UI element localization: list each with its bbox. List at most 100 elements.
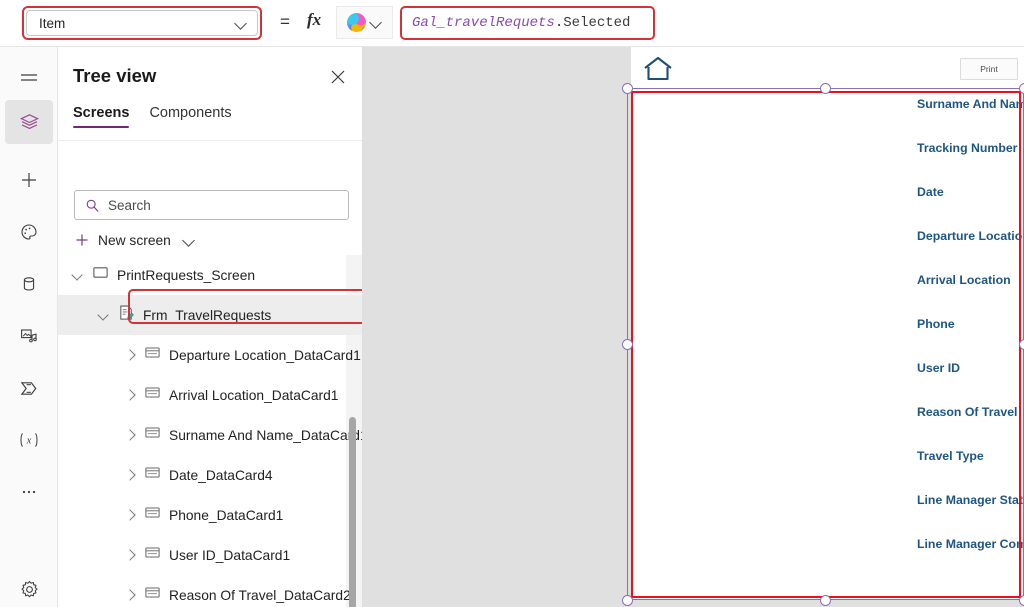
tree-node-row[interactable]: Date_DataCard4 — [58, 455, 362, 495]
chevron-right-icon[interactable] — [122, 587, 138, 603]
resize-handle-bottom-left[interactable] — [621, 594, 633, 606]
chevron-down-icon — [235, 17, 248, 30]
datacard-icon — [144, 344, 161, 366]
chevron-right-icon[interactable] — [122, 387, 138, 403]
form-field-row[interactable]: Date9/20/2024 — [917, 185, 1024, 229]
fx-icon: fx — [307, 10, 322, 29]
tree-node-row[interactable]: Frm_TravelRequests — [58, 295, 362, 335]
form-field-row[interactable]: Phone1234567890 — [917, 317, 1024, 361]
copilot-button[interactable] — [336, 6, 393, 39]
home-icon[interactable] — [643, 55, 673, 88]
form-field-label: Date — [917, 185, 944, 199]
formula-dot: . — [554, 15, 564, 31]
tab-screens[interactable]: Screens — [73, 105, 130, 128]
tree-node-row[interactable]: Reason Of Travel_DataCard2 — [58, 575, 362, 607]
more-icon[interactable] — [5, 470, 53, 514]
chevron-right-icon[interactable] — [122, 547, 138, 563]
tree-node-row[interactable]: User ID_DataCard1 — [58, 535, 362, 575]
variables-icon[interactable]: x — [5, 418, 53, 462]
tab-components[interactable]: Components — [149, 105, 231, 128]
power-apps-studio: Item = fx Gal_travelRequets. Selected x … — [0, 0, 1024, 607]
form-field-row[interactable]: Arrival LocationLondon — [917, 273, 1024, 317]
chevron-right-icon[interactable] — [122, 507, 138, 523]
form-field-row[interactable]: Travel TypeLocal — [917, 449, 1024, 493]
tree-node-label: Frm_TravelRequests — [143, 307, 272, 323]
form-field-label: Surname And Name — [917, 97, 1024, 111]
settings-icon[interactable] — [5, 567, 53, 607]
tree-scrollbar[interactable] — [349, 417, 356, 607]
form-field-label: Travel Type — [917, 449, 984, 463]
chevron-right-icon[interactable] — [122, 427, 138, 443]
hamburger-menu-icon[interactable] — [5, 57, 53, 101]
power-automate-icon[interactable] — [5, 366, 53, 410]
tree-node-label: User ID_DataCard1 — [169, 547, 291, 563]
copilot-icon — [346, 13, 366, 32]
datacard-icon — [144, 384, 161, 406]
resize-handle-bottom-center[interactable] — [820, 594, 831, 606]
form-field-row[interactable]: User IDCC001 — [917, 361, 1024, 405]
data-icon[interactable] — [5, 262, 53, 306]
left-icon-rail: x — [0, 47, 58, 607]
resize-handle-top-center[interactable] — [820, 82, 831, 94]
tree-node-row[interactable]: Surname And Name_DataCard1 — [58, 415, 363, 455]
chevron-down-icon[interactable] — [96, 307, 112, 323]
search-input[interactable]: Search — [74, 190, 349, 220]
datacard-icon — [144, 464, 161, 486]
form-icon — [118, 304, 135, 326]
travel-request-form: Surname And NamePatti FernandezTracking … — [917, 97, 1024, 581]
search-placeholder: Search — [108, 197, 151, 213]
form-field-label: Departure Location — [917, 229, 1024, 243]
tree-node-label: Reason Of Travel_DataCard2 — [169, 587, 351, 603]
form-field-row[interactable]: Surname And NamePatti Fernandez — [917, 97, 1024, 141]
tree-view-icon[interactable] — [5, 100, 53, 144]
svg-text:x: x — [26, 436, 32, 447]
tabs-divider — [58, 140, 362, 141]
tree-node-list: PrintRequests_Screen Frm_TravelRequests De… — [58, 255, 363, 607]
formula-bar: Item = fx Gal_travelRequets. Selected — [0, 0, 1024, 47]
property-select-highlight: Item — [22, 6, 262, 40]
resize-handle-middle-left[interactable] — [621, 338, 633, 350]
tree-node-row[interactable]: PrintRequests_Screen — [58, 255, 362, 295]
new-screen-label: New screen — [98, 232, 171, 248]
property-dropdown[interactable]: Item — [26, 10, 258, 36]
form-field-label: Line Manager Comments — [917, 537, 1024, 551]
app-screen-preview: Print Surname And NamePatti FernandezTra… — [631, 47, 1024, 600]
form-field-row[interactable]: Line Manager CommentsLine Manager Approv… — [917, 537, 1024, 581]
media-icon[interactable] — [5, 314, 53, 358]
theme-icon[interactable] — [5, 210, 53, 254]
form-field-row[interactable]: Reason Of TravelBusiness Meeting — [917, 405, 1024, 449]
resize-handle-middle-right[interactable] — [1018, 338, 1024, 350]
property-dropdown-value: Item — [39, 15, 66, 31]
canvas-area: Print Surname And NamePatti FernandezTra… — [363, 47, 1024, 607]
tree-node-row[interactable]: Arrival Location_DataCard1 — [58, 375, 362, 415]
form-field-label: Tracking Number — [917, 141, 1018, 155]
tree-node-row[interactable]: Phone_DataCard1 — [58, 495, 362, 535]
chevron-down-icon — [370, 16, 383, 29]
form-field-row[interactable]: Departure LocationNew York — [917, 229, 1024, 273]
chevron-down-icon[interactable] — [70, 267, 86, 283]
screen-icon — [92, 264, 109, 286]
resize-handle-top-left[interactable] — [621, 82, 633, 94]
print-button[interactable]: Print — [960, 58, 1018, 80]
close-icon[interactable] — [328, 67, 348, 87]
tree-node-label: Departure Location_DataCard1 — [169, 347, 361, 363]
insert-icon[interactable] — [5, 158, 53, 202]
datacard-icon — [144, 424, 161, 446]
formula-input[interactable]: Gal_travelRequets. Selected — [402, 8, 653, 38]
form-field-label: User ID — [917, 361, 961, 375]
form-field-label: Line Manager Status — [917, 493, 1024, 507]
tree-node-label: Phone_DataCard1 — [169, 507, 284, 523]
resize-handle-top-right[interactable] — [1018, 82, 1024, 94]
plus-icon — [76, 234, 88, 246]
tree-node-row[interactable]: Departure Location_DataCard1 — [58, 335, 362, 375]
tree-node-label: Surname And Name_DataCard1 — [169, 427, 363, 443]
chevron-right-icon[interactable] — [122, 347, 138, 363]
resize-handle-bottom-right[interactable] — [1018, 594, 1024, 606]
panel-title: Tree view — [73, 65, 157, 86]
new-screen-button[interactable]: New screen — [74, 227, 196, 253]
tree-node-label: Date_DataCard4 — [169, 467, 273, 483]
form-field-row[interactable]: Line Manager StatusApproved — [917, 493, 1024, 537]
form-field-row[interactable]: Tracking NumberBiz-Travel-Req 98346 — [917, 141, 1024, 185]
chevron-right-icon[interactable] — [122, 467, 138, 483]
tree-node-label: PrintRequests_Screen — [117, 267, 256, 283]
